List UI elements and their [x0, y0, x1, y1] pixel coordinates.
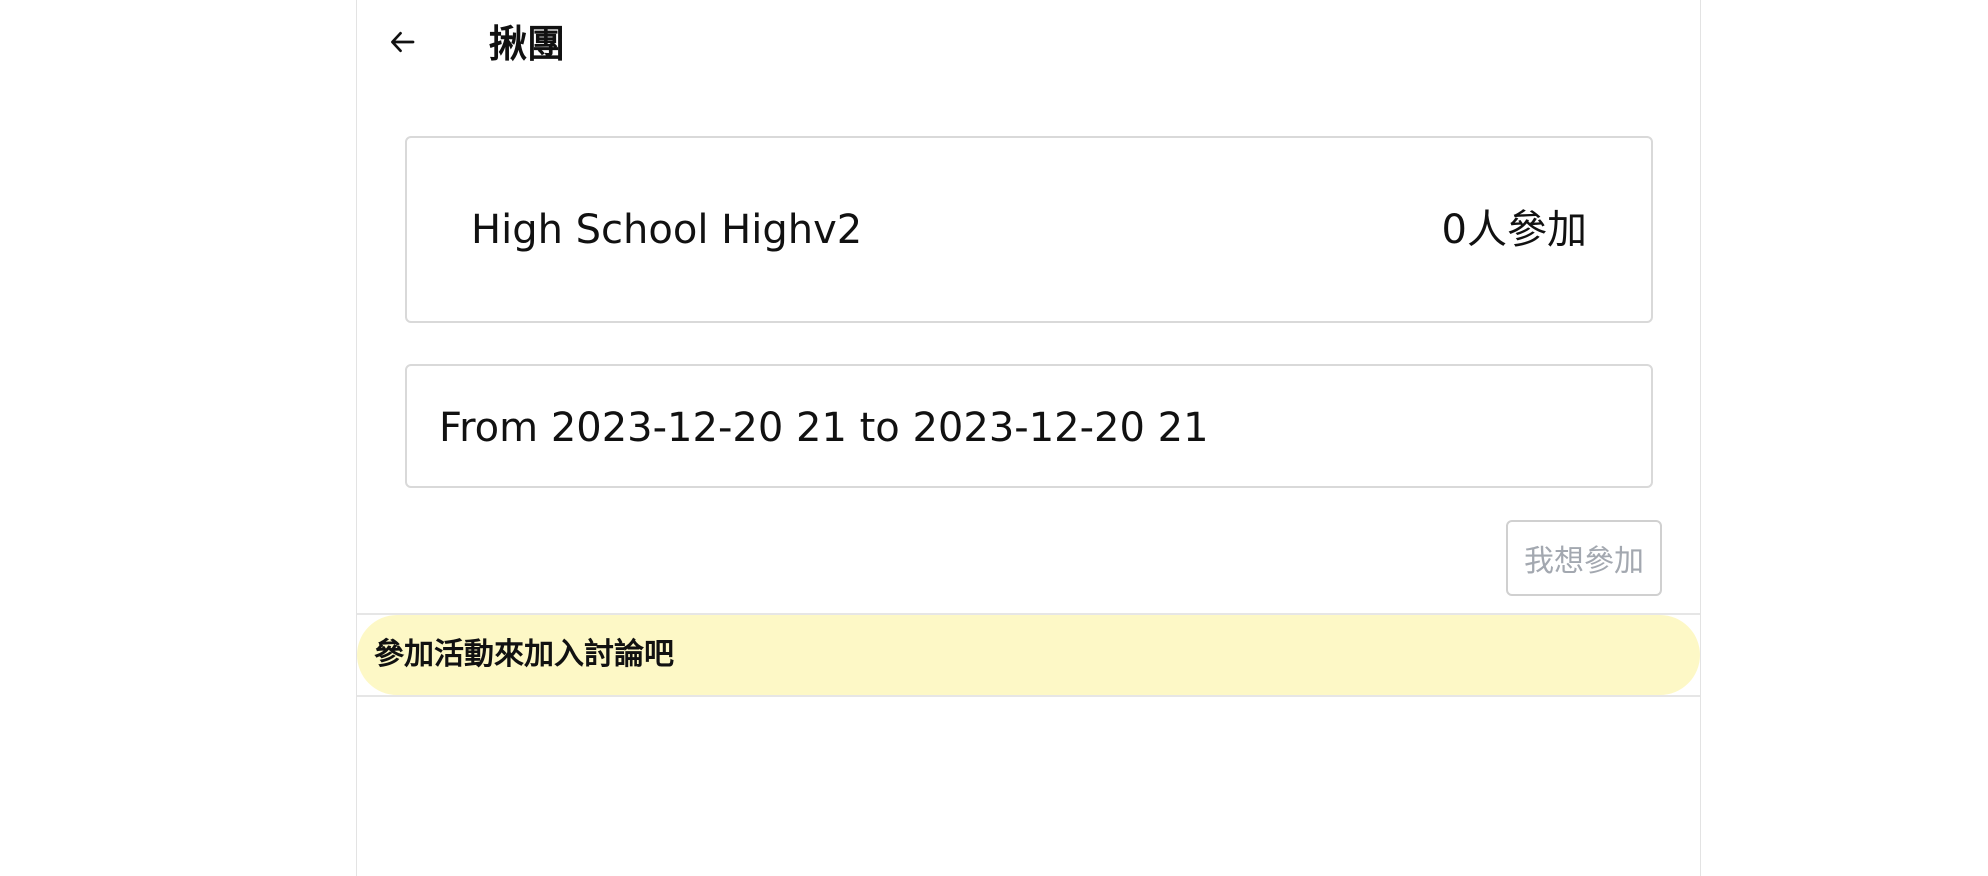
- arrow-left-icon: [388, 27, 418, 61]
- participant-count: 0人參加: [1441, 207, 1587, 253]
- main-column: 揪團 High School Highv2 0人參加 From 2023-12-…: [356, 0, 1701, 876]
- time-range-text: From 2023-12-20 21 to 2023-12-20 21: [439, 405, 1209, 451]
- event-card: High School Highv2 0人參加: [405, 136, 1653, 323]
- discussion-banner: 參加活動來加入討論吧: [357, 615, 1700, 695]
- discussion-banner-text: 參加活動來加入討論吧: [374, 637, 674, 672]
- time-range-card: From 2023-12-20 21 to 2023-12-20 21: [405, 364, 1653, 488]
- join-button[interactable]: 我想參加: [1506, 520, 1662, 596]
- back-button[interactable]: [379, 20, 427, 68]
- event-name: High School Highv2: [471, 207, 863, 253]
- page-title: 揪團: [489, 22, 566, 66]
- divider: [357, 695, 1700, 697]
